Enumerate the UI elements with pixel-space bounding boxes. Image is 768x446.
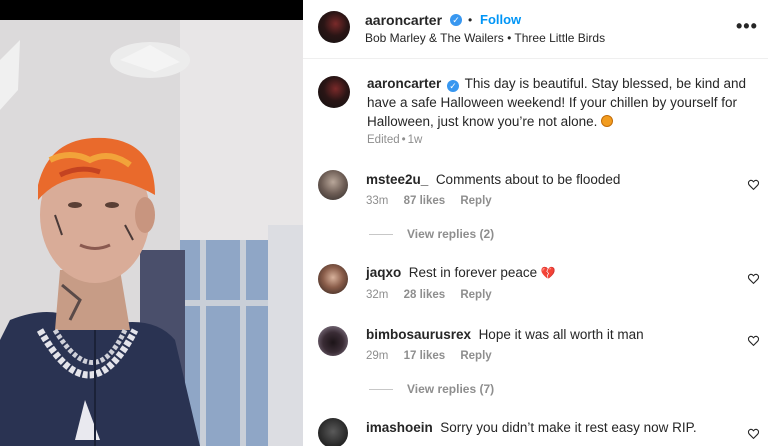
audio-song: Three Little Birds [514,31,606,45]
reply-button[interactable]: Reply [460,289,491,301]
heart-outline-icon[interactable] [747,427,760,440]
comment-age: 29m [366,350,389,362]
author-avatar[interactable] [318,11,350,43]
comment-age: 33m [366,195,389,207]
comment-username[interactable]: imashoein [366,420,433,435]
follow-button[interactable]: Follow [480,12,521,27]
heart-outline-icon[interactable] [747,334,760,347]
replies-line [369,234,393,236]
comment-age: 32m [366,289,389,301]
view-replies-label: View replies (7) [407,382,495,396]
comment-meta: 33m 87 likes Reply [366,195,504,207]
comment-likes[interactable]: 87 likes [404,195,446,207]
comment-text: Rest in forever peace [408,265,538,280]
edited-label: Edited [367,134,400,146]
comment-text: Comments about to be flooded [435,172,621,187]
post-photo[interactable] [0,0,303,446]
commenter-avatar[interactable] [318,418,348,446]
comment: mstee2u_ Comments about to be flooded [366,172,620,187]
caption: aaroncarter ✓ This day is beautiful. Sta… [367,74,747,131]
verified-badge-icon: ✓ [450,14,462,26]
view-replies-label: View replies (2) [407,227,495,241]
caption-username[interactable]: aaroncarter [367,76,441,91]
view-replies-button[interactable]: View replies (2) [369,227,494,241]
audio-info[interactable]: Bob Marley & The Wailers • Three Little … [365,31,605,45]
comment-username[interactable]: jaqxo [366,265,401,280]
reply-button[interactable]: Reply [460,195,491,207]
separator-dot: • [468,13,473,27]
post-photo-image [0,0,303,446]
post-details-panel: aaroncarter ✓ • Follow Bob Marley & The … [303,0,768,446]
post-header: aaroncarter ✓ • Follow Bob Marley & The … [303,0,768,59]
commenter-avatar[interactable] [318,170,348,200]
reply-button[interactable]: Reply [460,350,491,362]
comment: jaqxo Rest in forever peace 💔 [366,265,556,280]
audio-artist: Bob Marley & The Wailers [365,31,504,45]
commenter-avatar[interactable] [318,326,348,356]
commenter-avatar[interactable] [318,264,348,294]
caption-meta: Edited • 1w [367,134,423,146]
heart-outline-icon[interactable] [747,272,760,285]
comment-username[interactable]: mstee2u_ [366,172,428,187]
author-username[interactable]: aaroncarter [365,12,442,28]
comment-text: Sorry you didn’t make it rest easy now R… [440,420,697,435]
pumpkin-emoji-icon [601,115,614,127]
comment-meta: 32m 28 likes Reply [366,289,504,301]
comment-username[interactable]: bimbosaurusrex [366,327,471,342]
comment-text: Hope it was all worth it man [478,327,644,342]
comment: bimbosaurusrex Hope it was all worth it … [366,327,644,342]
caption-verified-badge-icon: ✓ [447,80,460,92]
caption-age: 1w [407,134,423,146]
audio-separator: • [507,31,512,45]
comment-meta: 29m 17 likes Reply [366,350,504,362]
caption-author-avatar[interactable] [318,76,350,108]
broken-heart-emoji-icon: 💔 [540,266,556,280]
more-options-icon[interactable]: ••• [736,16,758,37]
comment-likes[interactable]: 28 likes [404,289,446,301]
comment-likes[interactable]: 17 likes [404,350,446,362]
replies-line [369,389,393,391]
comment: imashoein Sorry you didn’t make it rest … [366,420,697,435]
view-replies-button[interactable]: View replies (7) [369,382,494,396]
heart-outline-icon[interactable] [747,178,760,191]
